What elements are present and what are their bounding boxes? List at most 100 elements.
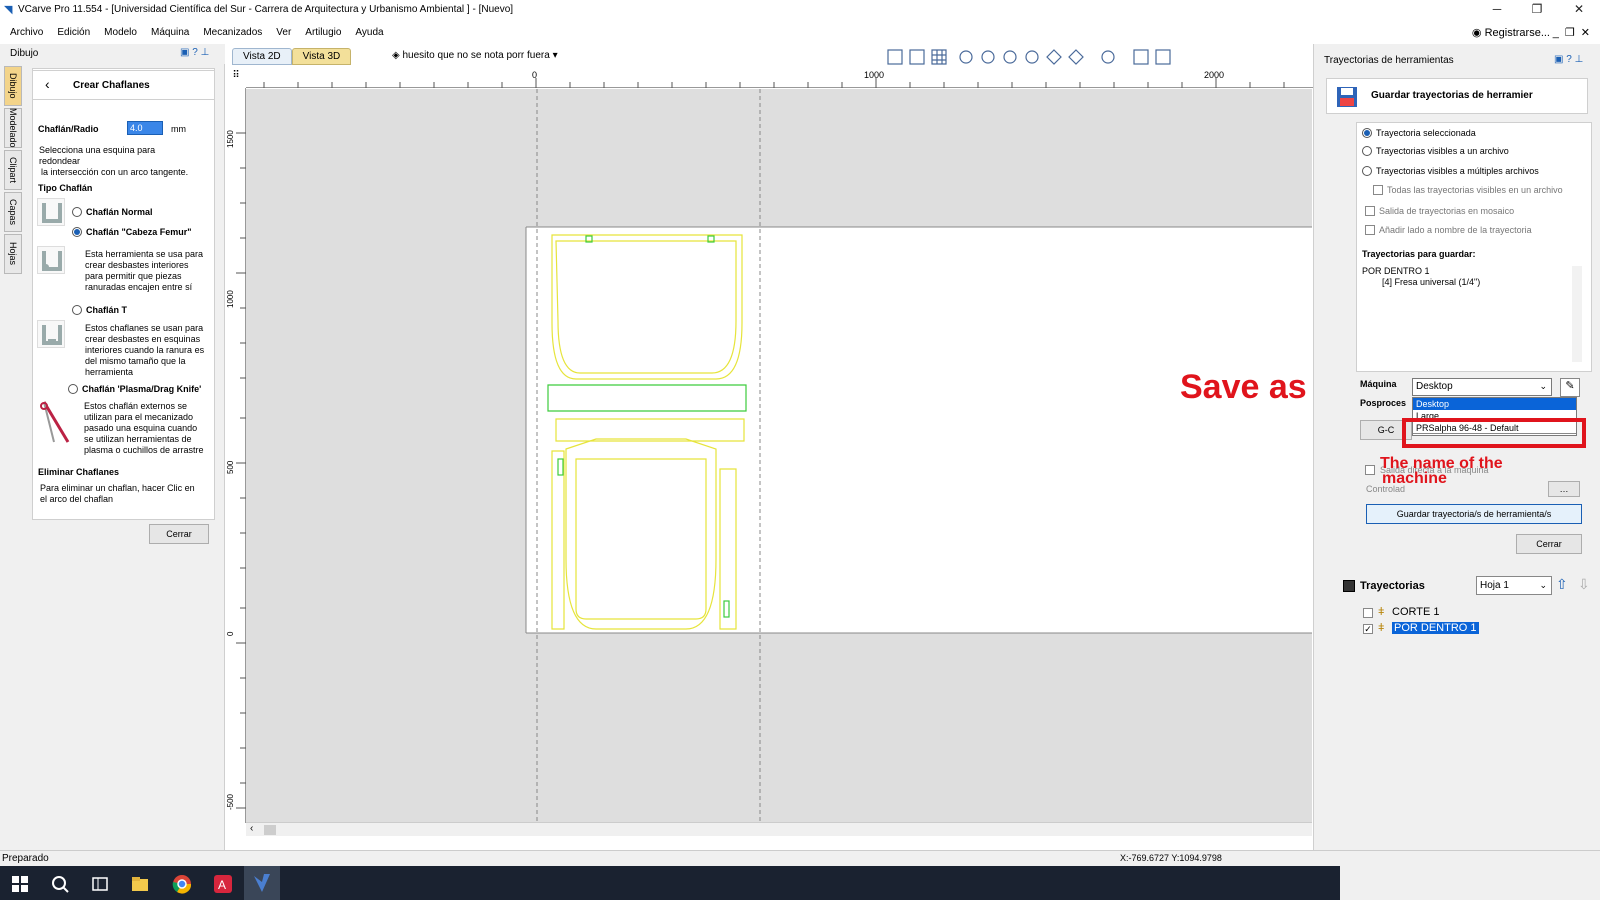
- tab-dibujo[interactable]: Dibujo: [4, 66, 22, 106]
- option-visible-one-label[interactable]: Trayectorias visibles a un archivo: [1376, 146, 1509, 157]
- ruler-top-tick-1000: 1000: [864, 70, 885, 80]
- right-close-button[interactable]: Cerrar: [1516, 534, 1582, 554]
- ruler-origin-icon[interactable]: ⠿: [228, 70, 244, 86]
- machine-label: Máquina: [1360, 379, 1397, 389]
- add-side-label: Añadir lado a nombre de la trayectoria: [1379, 225, 1532, 235]
- status-text: Preparado: [2, 853, 49, 864]
- acrobat-icon[interactable]: A: [213, 874, 233, 894]
- chrome-icon[interactable]: [172, 874, 192, 894]
- move-down-icon[interactable]: ⇩: [1578, 576, 1590, 593]
- controller-browse-button[interactable]: …: [1548, 481, 1580, 497]
- output-to-machine-checkbox[interactable]: [1365, 465, 1375, 475]
- option-visible-multi-radio[interactable]: [1362, 166, 1372, 176]
- material-sheet: [526, 227, 1312, 633]
- t-chamfer-icon: [37, 320, 65, 348]
- windows-start-icon[interactable]: [10, 874, 30, 894]
- menu-artilugio[interactable]: Artilugio: [298, 24, 348, 41]
- scroll-left-icon[interactable]: ‹: [250, 823, 253, 834]
- save-toolpaths-title: Guardar trayectorias de herramier: [1371, 90, 1533, 101]
- option-t-label[interactable]: Chaflán T: [86, 305, 127, 316]
- back-arrow-icon[interactable]: ‹: [45, 76, 50, 92]
- restore-button[interactable]: ❐: [1522, 2, 1552, 16]
- option-plasma-label[interactable]: Chaflán 'Plasma/Drag Knife': [82, 384, 201, 395]
- ruler-left-tick-1000: 1000: [226, 290, 235, 308]
- toolpath-por-dentro-checkbox[interactable]: ✓: [1363, 624, 1373, 634]
- title-bar: ◥ VCarve Pro 11.554 - [Universidad Cient…: [0, 0, 1600, 20]
- right-dock-pin-icon[interactable]: ▣ ? ⊥: [1554, 54, 1583, 65]
- menu-edicion[interactable]: Edición: [50, 24, 97, 41]
- menu-modelo[interactable]: Modelo: [97, 24, 144, 41]
- radius-label: Chaflán/Radio: [38, 124, 99, 134]
- instruction-text: Selecciona una esquina para redondear: [39, 145, 156, 166]
- window-title: VCarve Pro 11.554 - [Universidad Científ…: [18, 4, 514, 15]
- remove-text: Para eliminar un chaflan, hacer Clic en …: [40, 483, 195, 504]
- layer-select[interactable]: ◈ huesito que no se nota porr fuera ▾: [392, 50, 558, 61]
- menu-maquina[interactable]: Máquina: [144, 24, 196, 41]
- toolpaths-title: Trayectorias: [1360, 580, 1425, 592]
- save-toolpaths-button[interactable]: Guardar trayectoria/s de herramienta/s: [1366, 504, 1582, 524]
- horizontal-scrollbar[interactable]: ‹: [246, 822, 1312, 836]
- left-close-button[interactable]: Cerrar: [149, 524, 209, 544]
- option-femur-label[interactable]: Chaflán "Cabeza Femur": [86, 227, 192, 238]
- machine-select[interactable]: Desktop ⌄: [1412, 378, 1552, 396]
- toolpath-por-dentro-label[interactable]: POR DENTRO 1: [1392, 622, 1479, 634]
- drawing-canvas[interactable]: [246, 89, 1312, 822]
- option-plasma-radio[interactable]: [68, 384, 78, 394]
- edit-machine-icon[interactable]: ✎: [1560, 378, 1580, 397]
- option-selected-label[interactable]: Trayectoria seleccionada: [1376, 128, 1476, 139]
- to-save-toolpath: POR DENTRO 1: [1362, 266, 1430, 276]
- minimize-button[interactable]: ─: [1482, 2, 1512, 16]
- ruler-top-tick-2000: 2000: [1204, 70, 1225, 80]
- to-save-scrollbar[interactable]: [1572, 266, 1582, 362]
- menu-mecanizados[interactable]: Mecanizados: [196, 24, 269, 41]
- register-link[interactable]: ◉ Registrarse...: [1472, 26, 1550, 39]
- highlight-box: [1402, 418, 1586, 448]
- sheet-select[interactable]: Hoja 1 ⌄: [1476, 576, 1552, 595]
- tile-output-checkbox[interactable]: [1365, 206, 1375, 216]
- option-femur-radio[interactable]: [72, 227, 82, 237]
- mdi-controls[interactable]: _❐✕: [1553, 26, 1596, 39]
- dock-pin-icon[interactable]: ▣ ? ⊥: [180, 47, 209, 58]
- close-window-button[interactable]: ✕: [1564, 2, 1594, 16]
- all-visible-checkbox[interactable]: [1373, 185, 1383, 195]
- layer-icon: ◈: [392, 50, 400, 61]
- machine-option-desktop[interactable]: Desktop: [1413, 398, 1576, 410]
- option-visible-one-radio[interactable]: [1362, 146, 1372, 156]
- toolpath-corte-label[interactable]: CORTE 1: [1392, 606, 1439, 618]
- option-plasma-description: Estos chaflán externos se utilizan para …: [84, 401, 204, 455]
- option-t-radio[interactable]: [72, 305, 82, 315]
- to-save-heading: Trayectorias para guardar:: [1362, 249, 1476, 259]
- cursor-coords: X:-769.6727 Y:1094.9798: [1120, 853, 1222, 863]
- menu-ayuda[interactable]: Ayuda: [348, 24, 390, 41]
- option-normal-radio[interactable]: [72, 207, 82, 217]
- option-femur-description: Esta herramienta se usa para crear desba…: [85, 249, 204, 292]
- ruler-left-tick-1500: 1500: [226, 130, 235, 148]
- vcarve-taskbar-button[interactable]: [244, 866, 280, 900]
- menu-ver[interactable]: Ver: [269, 24, 298, 41]
- toolpath-corte-checkbox[interactable]: [1363, 608, 1373, 618]
- option-visible-multi-label[interactable]: Trayectorias visibles a múltiples archiv…: [1376, 166, 1539, 177]
- menu-archivo[interactable]: Archivo: [3, 24, 50, 41]
- tab-hojas[interactable]: Hojas: [4, 234, 22, 274]
- tab-modelado[interactable]: Modelado: [4, 108, 22, 148]
- search-icon[interactable]: [50, 874, 70, 894]
- task-view-icon[interactable]: [90, 874, 110, 894]
- move-up-icon[interactable]: ⇧: [1556, 576, 1568, 593]
- add-side-checkbox[interactable]: [1365, 225, 1375, 235]
- toolpath-por-dentro-icon: ǂ: [1378, 622, 1385, 634]
- ruler-top-tick-0: 0: [532, 70, 538, 80]
- all-visible-label: Todas las trayectorias visibles en un ar…: [1387, 185, 1563, 195]
- tab-capas[interactable]: Capas: [4, 192, 22, 232]
- radius-input[interactable]: [127, 121, 163, 135]
- toolpaths-visibility-icon[interactable]: [1343, 580, 1355, 592]
- option-normal-label[interactable]: Chaflán Normal: [86, 207, 153, 218]
- tab-vista-2d[interactable]: Vista 2D: [232, 48, 292, 65]
- file-explorer-icon[interactable]: [130, 874, 150, 894]
- scroll-thumb[interactable]: [264, 825, 276, 835]
- view-tabs: Vista 2D Vista 3D: [232, 48, 352, 66]
- option-selected-radio[interactable]: [1362, 128, 1372, 138]
- tab-vista-3d[interactable]: Vista 3D: [291, 48, 352, 65]
- taskbar: [0, 866, 1340, 900]
- user-icon: ◉: [1471, 27, 1482, 39]
- tab-clipart[interactable]: Clipart: [4, 150, 22, 190]
